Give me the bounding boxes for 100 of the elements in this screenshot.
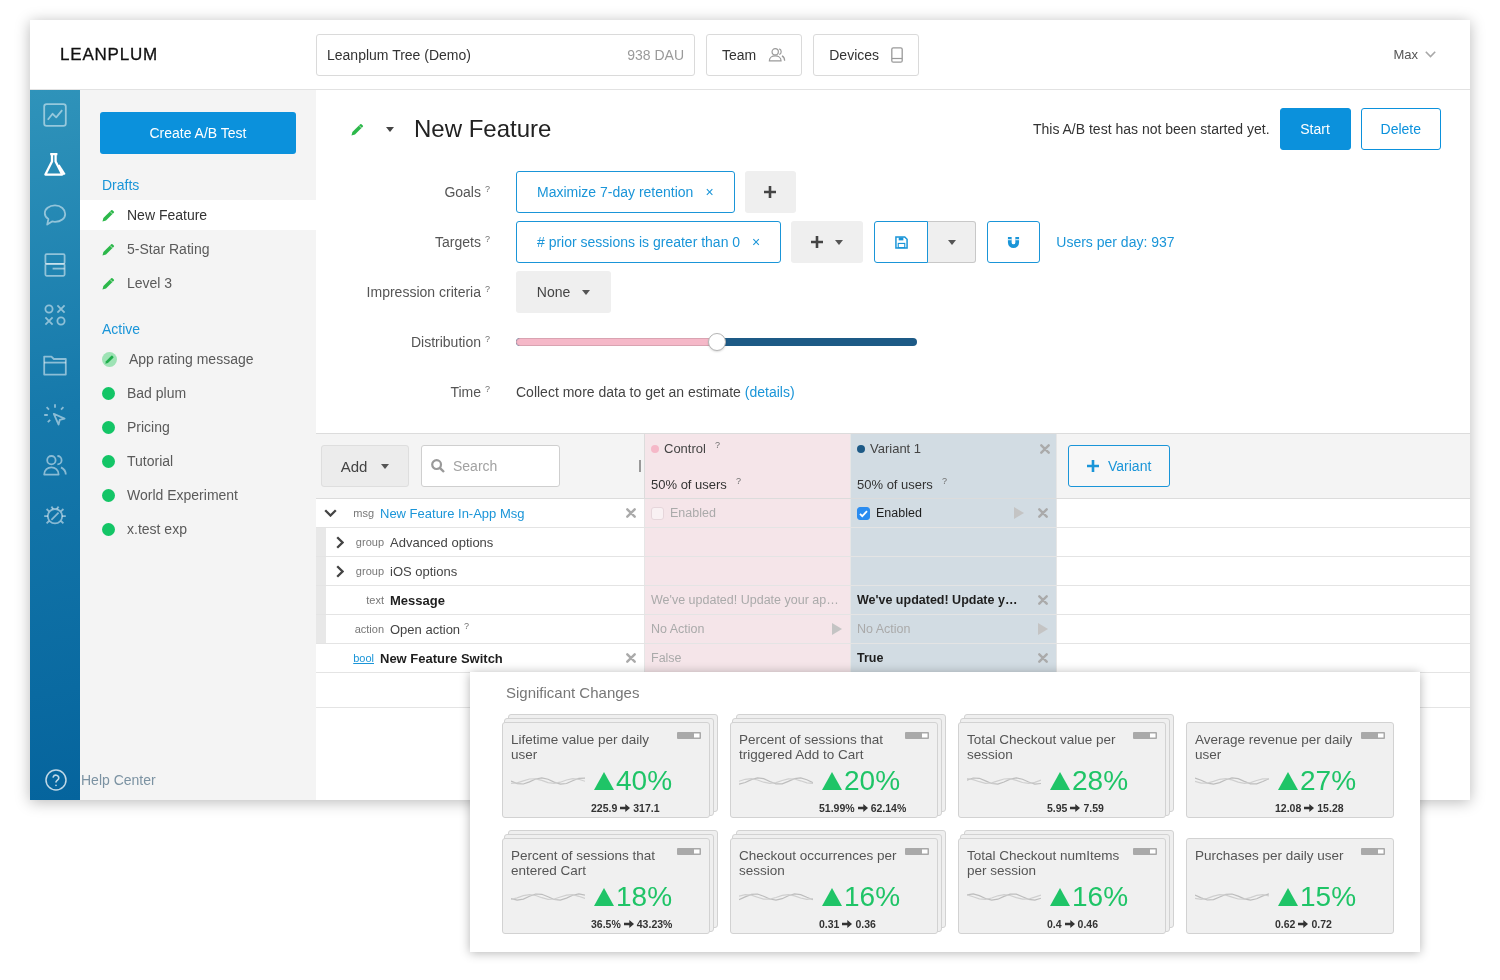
message-link[interactable]: New Feature In-App Msg: [380, 505, 525, 521]
column-resize-handle[interactable]: [639, 460, 641, 472]
delete-button[interactable]: Delete: [1360, 108, 1441, 150]
sidebar-item[interactable]: New Feature: [80, 200, 316, 230]
play-icon[interactable]: [1014, 507, 1024, 519]
chevron-down-icon[interactable]: [323, 509, 337, 517]
folder-icon[interactable]: [43, 353, 67, 377]
close-icon[interactable]: [626, 508, 636, 518]
impression-criteria-dropdown[interactable]: None: [516, 271, 611, 313]
goal-chip[interactable]: Maximize 7-day retention ×: [516, 171, 735, 213]
toggle-switch-icon[interactable]: [677, 848, 701, 855]
flask-icon[interactable]: [43, 153, 67, 177]
field-label: Distribution: [410, 334, 481, 350]
team-button[interactable]: Team: [706, 33, 803, 76]
help-mark[interactable]: ?: [485, 184, 490, 194]
chevron-down-icon: [1425, 51, 1436, 58]
toggle-switch-icon[interactable]: [1133, 732, 1157, 739]
details-link[interactable]: (details): [744, 384, 795, 400]
pencil-on-disc-icon: [102, 351, 117, 367]
close-icon[interactable]: [626, 653, 636, 663]
value-after: 15.28: [1317, 802, 1344, 814]
test-title: New Feature: [414, 115, 552, 143]
layout-icon[interactable]: [43, 253, 67, 277]
help-mark[interactable]: ?: [941, 477, 947, 486]
xo-icon[interactable]: [43, 303, 67, 327]
toggle-switch-icon[interactable]: [1133, 848, 1157, 855]
toggle-switch-icon[interactable]: [905, 732, 929, 739]
value-after: 7.59: [1083, 802, 1104, 814]
help-mark[interactable]: ?: [485, 384, 490, 394]
start-button[interactable]: Start: [1279, 108, 1351, 150]
panel-title: Significant Changes: [506, 684, 641, 703]
sidebar-item[interactable]: Pricing: [80, 412, 316, 442]
arrow-right-icon: [1298, 919, 1309, 929]
chevron-right-icon[interactable]: [336, 535, 344, 549]
save-segment-button[interactable]: [874, 221, 929, 263]
toggle-switch-icon[interactable]: [905, 848, 929, 855]
value-before: 36.5%: [591, 918, 621, 930]
play-icon[interactable]: [832, 623, 842, 635]
help-mark[interactable]: ?: [485, 284, 490, 294]
variant-name: Variant 1: [870, 441, 922, 456]
help-mark[interactable]: ?: [485, 334, 490, 344]
app-selector[interactable]: Leanplum Tree (Demo) 938 DAU: [316, 33, 695, 76]
users-icon[interactable]: [43, 453, 67, 477]
close-icon[interactable]: [1040, 443, 1050, 454]
help-mark[interactable]: ?: [735, 477, 741, 486]
play-icon[interactable]: [1038, 623, 1048, 635]
target-chip[interactable]: # prior sessions is greater than 0 ×: [516, 221, 782, 263]
toggle-switch-icon[interactable]: [677, 732, 701, 739]
toggle-switch-icon[interactable]: [1361, 732, 1385, 739]
cursor-click-icon[interactable]: [43, 403, 67, 427]
help-mark[interactable]: ?: [485, 234, 490, 244]
toggle-switch-icon[interactable]: [1361, 848, 1385, 855]
devices-button[interactable]: Devices: [813, 33, 920, 76]
add-target-button[interactable]: [791, 221, 864, 263]
value-after: 0.36: [855, 918, 876, 930]
sidebar-item[interactable]: World Experiment: [80, 480, 316, 510]
remove-target-button[interactable]: ×: [752, 234, 761, 250]
caret-icon: [835, 239, 844, 245]
metric-title: Total Checkout numItems per session: [967, 848, 1121, 878]
status-dot: [102, 454, 115, 468]
line-chart-icon[interactable]: [43, 103, 67, 127]
arrow-right-icon: [1070, 803, 1081, 813]
search-field[interactable]: Search: [421, 445, 560, 487]
type-link[interactable]: bool: [338, 652, 374, 664]
status-text: This A/B test has not been started yet.: [1032, 121, 1270, 137]
slider-thumb[interactable]: [707, 333, 726, 351]
caret-icon: [582, 289, 591, 295]
save-options-button[interactable]: [928, 221, 977, 263]
add-goal-button[interactable]: [744, 171, 796, 213]
title-dropdown-button[interactable]: [386, 126, 394, 132]
close-icon[interactable]: [1038, 595, 1048, 605]
add-dropdown[interactable]: Add: [321, 445, 409, 487]
distribution-slider[interactable]: [516, 333, 917, 351]
sidebar-item[interactable]: x.test exp: [80, 514, 316, 544]
create-ab-test-button[interactable]: Create A/B Test: [100, 112, 296, 154]
close-icon[interactable]: [1038, 508, 1048, 518]
type-label: msg: [352, 507, 374, 519]
metric-card[interactable]: Purchases per daily user 15% 0.62 0.72: [1186, 838, 1394, 934]
metric-card[interactable]: Average revenue per daily user 27% 12.08 15.28: [1186, 722, 1394, 818]
parameter-name: Open action: [390, 621, 461, 637]
remove-goal-button[interactable]: ×: [705, 184, 714, 200]
sidebar-item[interactable]: App rating message: [80, 344, 316, 374]
speech-bubble-icon[interactable]: [43, 203, 67, 227]
arrow-right-icon: [842, 919, 853, 929]
share-text: 50% of users: [857, 477, 933, 492]
magnet-button[interactable]: [987, 221, 1041, 263]
sidebar-item[interactable]: Level 3: [80, 268, 316, 298]
user-menu[interactable]: Max: [1393, 47, 1436, 62]
close-icon[interactable]: [1038, 653, 1048, 663]
sidebar-item[interactable]: 5-Star Rating: [80, 234, 316, 264]
value-after: 0.72: [1311, 918, 1332, 930]
sidebar-item[interactable]: Tutorial: [80, 446, 316, 476]
value-after: 62.14%: [870, 802, 907, 814]
help-mark[interactable]: ?: [464, 621, 470, 631]
chevron-right-icon[interactable]: [336, 564, 344, 578]
section-heading: Active: [102, 321, 141, 337]
checkbox[interactable]: [857, 506, 870, 520]
sidebar-item[interactable]: Bad plum: [80, 378, 316, 408]
variant-name: Control: [664, 441, 706, 456]
help-mark[interactable]: ?: [714, 441, 720, 450]
